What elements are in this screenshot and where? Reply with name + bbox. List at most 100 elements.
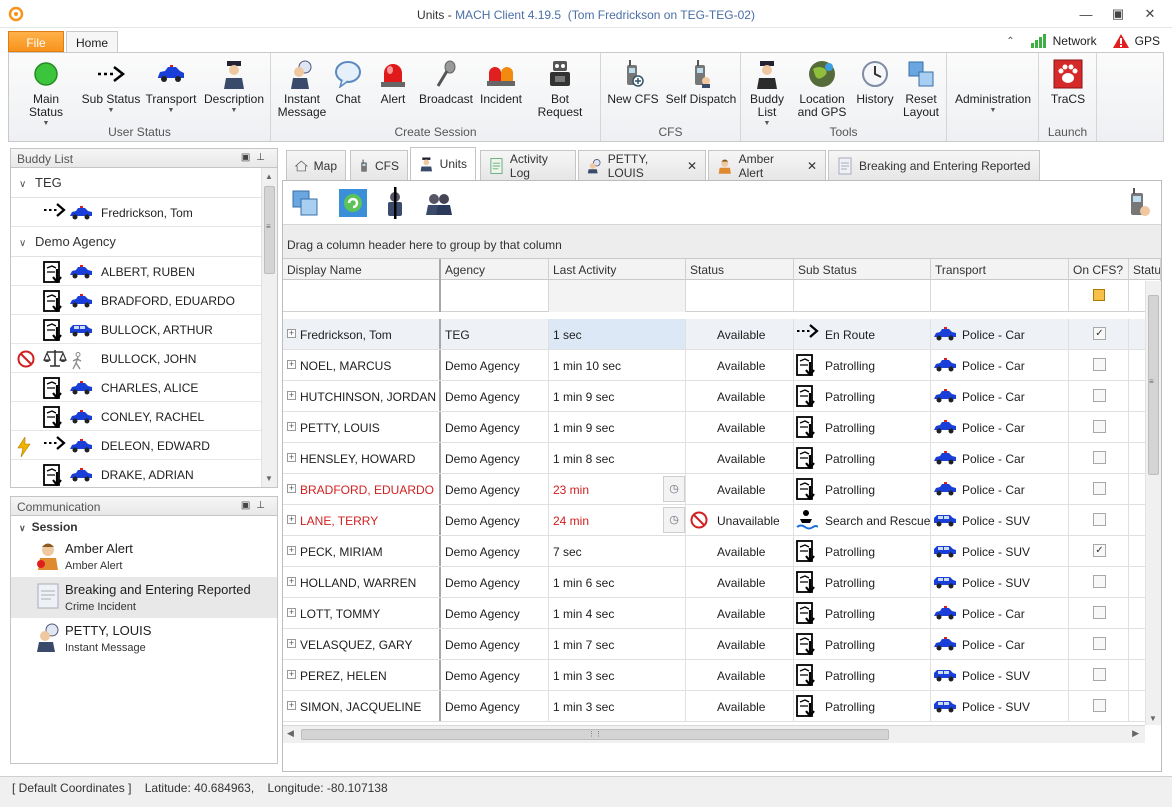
column-header-statu[interactable]: Statu	[1129, 259, 1161, 280]
table-row[interactable]: + HUTCHINSON, JORDAN Demo Agency 1 min 9 se…	[283, 381, 1145, 412]
expand-row-icon[interactable]: +	[287, 391, 296, 400]
grid-horizontal-scrollbar[interactable]: ◀ ⋮⋮ ▶	[283, 725, 1145, 743]
filter-cell[interactable]	[794, 280, 931, 312]
description-button[interactable]: Description ▼	[201, 59, 267, 115]
expand-row-icon[interactable]: +	[287, 577, 296, 586]
new-cfs-button[interactable]: New CFS	[607, 59, 659, 106]
main-status-button[interactable]: Main Status ▼	[15, 59, 77, 128]
buddy-group[interactable]: ∨ Demo Agency	[11, 227, 277, 257]
on-cfs-checkbox[interactable]	[1093, 420, 1106, 433]
buddy-group[interactable]: ∨ TEG	[11, 168, 277, 198]
on-cfs-checkbox[interactable]	[1093, 575, 1106, 588]
column-header-transport[interactable]: Transport	[931, 259, 1069, 280]
administration-button[interactable]: Administration ▼	[951, 93, 1035, 115]
broadcast-button[interactable]: Broadcast	[417, 59, 475, 106]
close-button[interactable]: ✕	[1136, 4, 1164, 24]
on-cfs-checkbox[interactable]	[1093, 389, 1106, 402]
panel-maximize-icon[interactable]: ▣	[241, 152, 256, 163]
session-group[interactable]: ∨ Session	[11, 516, 277, 536]
tab-amber-alert[interactable]: Amber Alert ✕	[708, 150, 826, 180]
clock-icon[interactable]: ◷	[663, 476, 685, 502]
column-header-display-name[interactable]: Display Name	[283, 259, 441, 280]
on-cfs-checkbox[interactable]	[1093, 699, 1106, 712]
on-cfs-checkbox[interactable]	[1093, 513, 1106, 526]
buddy-item[interactable]: Fredrickson, Tom	[11, 198, 277, 227]
close-tab-icon[interactable]: ✕	[807, 159, 817, 173]
group-users-icon[interactable]	[423, 187, 455, 219]
filter-checkbox[interactable]	[1093, 289, 1105, 301]
buddy-item[interactable]: BULLOCK, ARTHUR	[11, 315, 277, 344]
column-header-agency[interactable]: Agency	[441, 259, 549, 280]
tab-home[interactable]: Home	[66, 31, 118, 52]
column-header-on-cfs[interactable]: On CFS?	[1069, 259, 1129, 280]
on-cfs-checkbox[interactable]: ✓	[1093, 544, 1106, 557]
minimize-button[interactable]: —	[1072, 4, 1100, 24]
incident-button[interactable]: Incident	[477, 59, 525, 106]
table-row[interactable]: + SIMON, JACQUELINE Demo Agency 1 min 3 sec…	[283, 691, 1145, 722]
communication-item[interactable]: Amber Alert Amber Alert	[11, 536, 277, 577]
on-cfs-checkbox[interactable]	[1093, 637, 1106, 650]
move-unit-icon[interactable]	[379, 187, 411, 219]
radio-dispatch-icon[interactable]	[1123, 187, 1155, 219]
expand-row-icon[interactable]: +	[287, 639, 296, 648]
filter-cell[interactable]	[441, 280, 549, 312]
filter-cell[interactable]	[1069, 280, 1129, 312]
table-row[interactable]: + HOLLAND, WARREN Demo Agency 1 min 6 sec Av…	[283, 567, 1145, 598]
grid-vertical-scrollbar[interactable]: ≡ ▼	[1145, 281, 1161, 725]
table-row[interactable]: + PECK, MIRIAM Demo Agency 7 sec Available Pa…	[283, 536, 1145, 567]
expand-row-icon[interactable]: +	[287, 329, 296, 338]
table-row[interactable]: + HENSLEY, HOWARD Demo Agency 1 min 8 sec Av…	[283, 443, 1145, 474]
panel-maximize-icon[interactable]: ▣	[241, 500, 256, 511]
self-dispatch-button[interactable]: Self Dispatch	[663, 59, 739, 106]
window-layout-icon[interactable]	[289, 187, 321, 219]
tab-cfs[interactable]: CFS	[350, 150, 408, 180]
expand-row-icon[interactable]: +	[287, 670, 296, 679]
table-row[interactable]: + LOTT, TOMMY Demo Agency 1 min 4 sec Availa…	[283, 598, 1145, 629]
table-row[interactable]: + LANE, TERRY Demo Agency 24 min ◷ Unavailabl…	[283, 505, 1145, 536]
expand-row-icon[interactable]: +	[287, 608, 296, 617]
clock-icon[interactable]: ◷	[663, 507, 685, 533]
buddy-item[interactable]: DRAKE, ADRIAN	[11, 460, 277, 487]
buddy-item[interactable]: ALBERT, RUBEN	[11, 257, 277, 286]
on-cfs-checkbox[interactable]	[1093, 606, 1106, 619]
tab-map[interactable]: Map	[286, 150, 346, 180]
filter-cell[interactable]	[283, 280, 441, 312]
transport-button[interactable]: Transport ▼	[143, 59, 199, 115]
buddy-list-button[interactable]: Buddy List ▼	[747, 59, 787, 128]
panel-pin-icon[interactable]: ⊥	[256, 500, 271, 511]
group-by-area[interactable]: Drag a column header here to group by th…	[283, 225, 1161, 259]
on-cfs-checkbox[interactable]	[1093, 451, 1106, 464]
table-row[interactable]: + NOEL, MARCUS Demo Agency 1 min 10 sec Avai…	[283, 350, 1145, 381]
sub-status-button[interactable]: Sub Status ▼	[81, 59, 141, 115]
tracs-button[interactable]: TraCS	[1045, 59, 1091, 106]
tab-breaking-and-entering-reported[interactable]: Breaking and Entering Reported	[828, 150, 1040, 180]
filter-cell[interactable]	[931, 280, 1069, 312]
location-gps-button[interactable]: Location and GPS	[791, 59, 853, 119]
on-cfs-checkbox[interactable]	[1093, 482, 1106, 495]
expand-row-icon[interactable]: +	[287, 422, 296, 431]
tab-petty-louis[interactable]: PETTY, LOUIS ✕	[578, 150, 706, 180]
table-row[interactable]: + PETTY, LOUIS Demo Agency 1 min 9 sec Avail…	[283, 412, 1145, 443]
communication-item[interactable]: Breaking and Entering Reported Crime Inci…	[11, 577, 277, 618]
buddy-item[interactable]: CONLEY, RACHEL	[11, 402, 277, 431]
history-button[interactable]: History	[855, 59, 895, 106]
expand-row-icon[interactable]: +	[287, 360, 296, 369]
table-row[interactable]: + BRADFORD, EDUARDO Demo Agency 23 min ◷ Avai…	[283, 474, 1145, 505]
on-cfs-checkbox[interactable]: ✓	[1093, 327, 1106, 340]
tab-file[interactable]: File	[8, 31, 64, 52]
collapse-ribbon-icon[interactable]: ⌃	[1006, 36, 1014, 47]
column-header-status[interactable]: Status	[686, 259, 794, 280]
table-row[interactable]: + PEREZ, HELEN Demo Agency 1 min 3 sec Avail…	[283, 660, 1145, 691]
table-row[interactable]: + VELASQUEZ, GARY Demo Agency 1 min 7 sec Av…	[283, 629, 1145, 660]
expand-row-icon[interactable]: +	[287, 453, 296, 462]
column-header-last-activity[interactable]: Last Activity	[549, 259, 686, 280]
buddy-item[interactable]: CHARLES, ALICE	[11, 373, 277, 402]
filter-cell[interactable]	[549, 280, 686, 312]
buddy-item[interactable]: DELEON, EDWARD	[11, 431, 277, 460]
chat-button[interactable]: Chat	[331, 59, 365, 106]
expand-row-icon[interactable]: +	[287, 546, 296, 555]
refresh-icon[interactable]	[337, 187, 369, 219]
on-cfs-checkbox[interactable]	[1093, 668, 1106, 681]
expand-row-icon[interactable]: +	[287, 515, 296, 524]
alert-button[interactable]: Alert	[373, 59, 413, 106]
